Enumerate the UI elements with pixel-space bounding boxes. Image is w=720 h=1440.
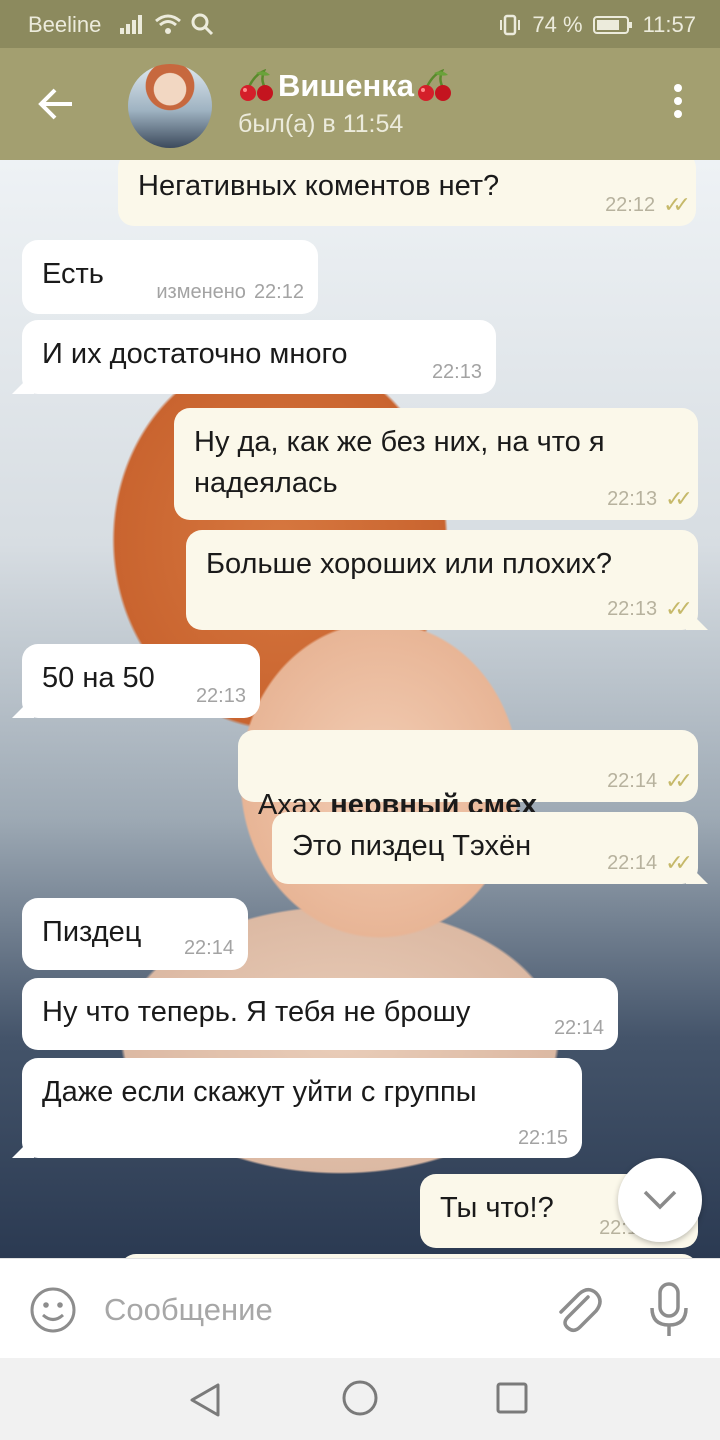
message-time: 22:12 [605, 193, 656, 216]
message-bubble-incoming[interactable]: Пиздец 22:14 [22, 898, 248, 970]
emoji-button[interactable] [28, 1285, 78, 1335]
status-icons-left [120, 12, 214, 36]
message-time: 22:13 [431, 361, 482, 383]
chat-header: Вишенка был(а) в 11:54 [0, 48, 720, 160]
message-time: 22:14 [553, 1017, 604, 1039]
message-meta: 22:14 [184, 937, 234, 960]
system-navigation-bar [0, 1358, 720, 1440]
status-icons-right: 74 % 11:57 [498, 12, 696, 38]
more-menu-button[interactable] [666, 84, 690, 128]
message-time: 22:15 [517, 1127, 568, 1149]
message-time: 22:14 [183, 937, 234, 959]
message-time: 22:14 [607, 851, 658, 874]
message-text: Даже если скажут уйти с группы [42, 1076, 477, 1108]
chevron-down-icon [643, 1190, 677, 1210]
message-meta: 22:13 [196, 685, 246, 708]
message-meta: 22:13 ✓✓ [607, 486, 693, 512]
message-bubble-outgoing[interactable]: Это пиздец Тэхён 22:14 ✓✓ [272, 812, 698, 884]
message-text: И их достаточно много [42, 338, 348, 370]
message-meta: изменено 22:12 [156, 281, 304, 304]
message-time: 22:13 [195, 685, 246, 707]
message-text: 50 на 50 [42, 662, 155, 694]
back-button[interactable] [24, 76, 88, 132]
dot-icon [674, 97, 682, 105]
message-meta: 22:13 ✓✓ [607, 596, 693, 622]
message-meta: 22:14 ✓✓ [607, 768, 693, 794]
nav-recents-button[interactable] [494, 1380, 530, 1416]
message-meta: 22:12 ✓✓ [605, 192, 691, 218]
message-input[interactable] [104, 1283, 524, 1337]
avatar[interactable] [128, 64, 212, 148]
chat-wallpaper: Негативных коментов нет? 22:12 ✓✓ Есть и… [0, 160, 720, 1258]
read-ticks-icon: ✓✓ [665, 596, 693, 621]
message-bubble-incoming[interactable]: 50 на 50 22:13 [22, 644, 260, 718]
read-ticks-icon: ✓✓ [665, 486, 693, 511]
message-bubble-incoming[interactable]: Даже если скажут уйти с группы 22:15 [22, 1058, 582, 1158]
read-ticks-icon: ✓✓ [665, 850, 693, 875]
dot-icon [674, 84, 682, 92]
triangle-back-icon [190, 1383, 220, 1417]
message-text: Ты что!? [440, 1192, 554, 1224]
message-meta: 22:14 ✓✓ [607, 850, 693, 876]
battery-percent: 74 % [532, 12, 583, 37]
message-text: Негативных коментов нет? [138, 170, 500, 202]
chat-title[interactable]: Вишенка [238, 68, 454, 104]
message-text: Есть [42, 258, 104, 290]
message-bubble-outgoing[interactable]: Больше хороших или плохих? 22:13 ✓✓ [186, 530, 698, 630]
message-meta: 22:15 [518, 1127, 568, 1150]
nav-back-button[interactable] [186, 1380, 226, 1420]
voice-message-button[interactable] [644, 1281, 694, 1339]
message-bubble-incoming[interactable]: Ну что теперь. Я тебя не брошу 22:14 [22, 978, 618, 1050]
message-meta: 22:14 [554, 1017, 604, 1040]
battery-icon [592, 16, 632, 34]
arrow-left-icon [38, 88, 72, 120]
scroll-to-bottom-button[interactable] [618, 1158, 702, 1242]
attach-button[interactable] [552, 1283, 602, 1337]
signal-icon [120, 15, 142, 34]
nav-home-button[interactable] [340, 1378, 380, 1418]
last-seen-status: был(а) в 11:54 [238, 110, 404, 138]
message-bubble-incoming[interactable]: Есть изменено 22:12 [22, 240, 318, 314]
message-text: Пиздец [42, 916, 142, 948]
message-meta: 22:13 [432, 361, 482, 384]
message-text: Больше хороших или плохих? [206, 548, 613, 580]
message-bubble-outgoing[interactable]: Ахах нервный смех 22:14 ✓✓ [238, 730, 698, 821]
clock: 11:57 [642, 12, 696, 37]
square-recents-icon [496, 1382, 528, 1414]
search-icon [191, 13, 214, 36]
chat-title-text: Вишенка [278, 68, 415, 103]
message-time: 22:14 [607, 769, 658, 792]
message-bubble-incoming[interactable]: И их достаточно много 22:13 [22, 320, 496, 394]
paperclip-icon [559, 1288, 602, 1332]
message-time: 22:13 [607, 487, 658, 510]
message-time: 22:13 [607, 597, 658, 620]
edited-label: изменено [156, 281, 246, 303]
smiley-icon [30, 1287, 76, 1333]
cherry-icon [418, 69, 452, 101]
message-bubble-outgoing[interactable]: Негативных коментов нет? 22:12 ✓✓ [118, 160, 696, 226]
circle-home-icon [342, 1380, 378, 1416]
message-text: Ну что теперь. Я тебя не брошу [42, 996, 471, 1028]
cherry-icon [240, 69, 273, 101]
read-ticks-icon: ✓✓ [665, 768, 693, 793]
message-text: Ну да, как же без них, на что я надеялас… [194, 426, 605, 499]
message-text: Это пиздец Тэхён [292, 830, 532, 862]
microphone-icon [650, 1282, 688, 1336]
status-bar: Beeline 74 % 11:57 [0, 0, 720, 48]
wifi-icon [155, 14, 181, 34]
message-bubble-outgoing[interactable]: Ну да, как же без них, на что я надеялас… [174, 408, 698, 520]
read-ticks-icon: ✓✓ [663, 192, 691, 217]
carrier-label: Beeline [28, 12, 102, 37]
message-time: 22:12 [253, 281, 304, 303]
message-composer [0, 1258, 720, 1358]
dot-icon [674, 110, 682, 118]
vibrate-icon [500, 14, 521, 36]
